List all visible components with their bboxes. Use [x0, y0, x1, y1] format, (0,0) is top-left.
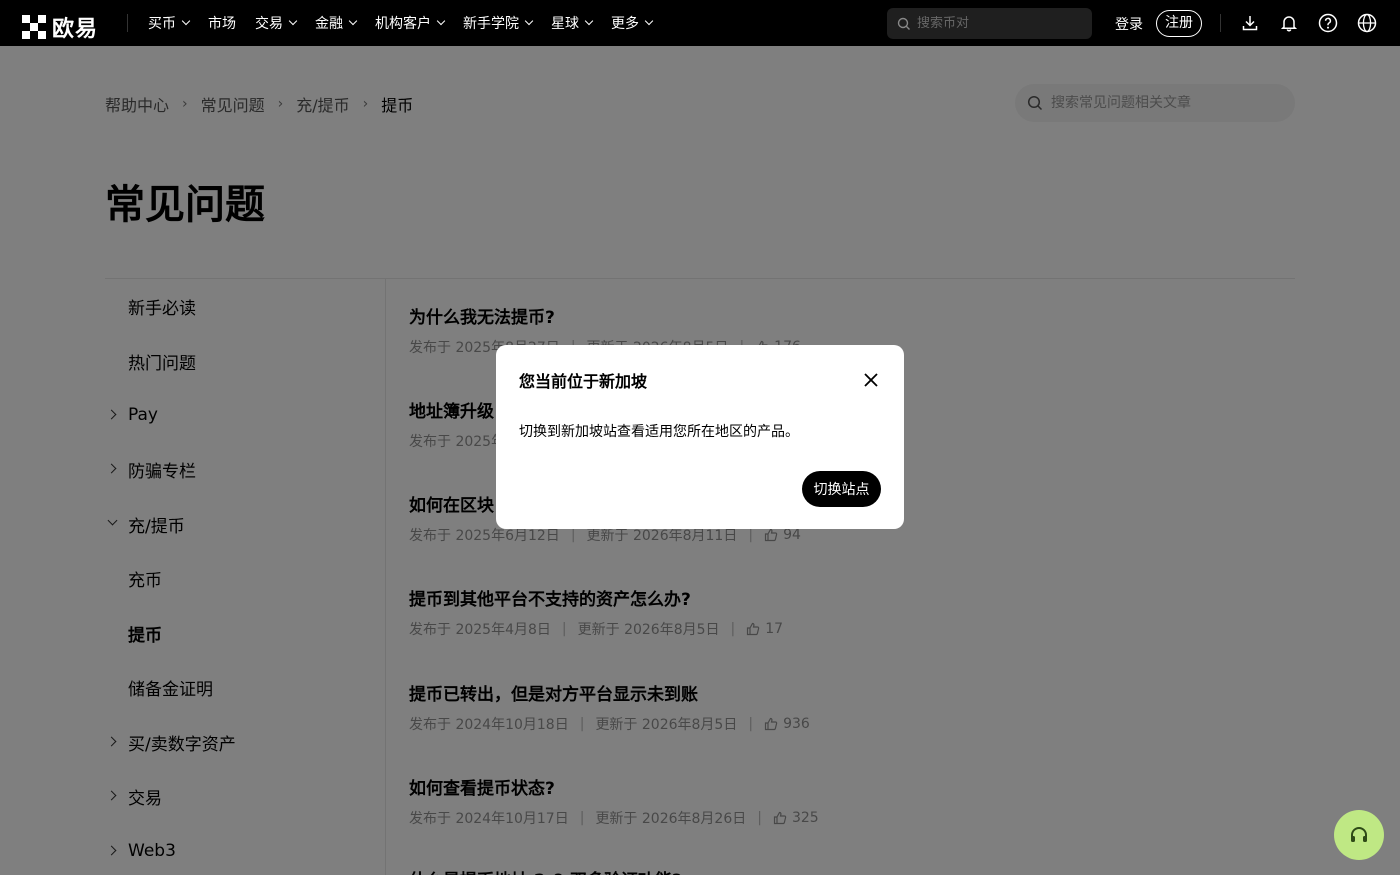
nav-item-label: 新手学院: [463, 16, 519, 32]
search-icon: [897, 17, 910, 30]
nav-item-learn[interactable]: 新手学院: [463, 13, 534, 33]
pair-search-input[interactable]: [917, 16, 1077, 31]
nav-item-planet[interactable]: 星球: [551, 13, 594, 33]
nav-menu: 买币 市场 交易 金融 机构客户 新手学院 星球 更多: [148, 0, 671, 46]
nav-item-label: 交易: [255, 16, 283, 32]
nav-item-more[interactable]: 更多: [611, 13, 654, 33]
register-button[interactable]: 注册: [1156, 10, 1202, 37]
brand-name: 欧易: [52, 17, 99, 42]
pair-search-box[interactable]: [887, 8, 1092, 39]
nav-item-label: 买币: [148, 16, 176, 32]
brand-logo[interactable]: 欧易: [22, 11, 98, 43]
chevron-down-icon: [584, 16, 594, 26]
support-chat-button[interactable]: [1334, 810, 1384, 860]
help-icon[interactable]: [1317, 12, 1339, 34]
globe-icon[interactable]: [1356, 12, 1378, 34]
nav-item-trade[interactable]: 交易: [255, 13, 298, 33]
nav-divider: [127, 14, 128, 32]
okx-logo-icon: [22, 15, 46, 39]
dialog-title: 您当前位于新加坡: [519, 372, 648, 391]
login-link[interactable]: 登录: [1115, 14, 1143, 34]
nav-item-markets[interactable]: 市场: [208, 13, 236, 33]
nav-divider: [1220, 14, 1221, 32]
nav-item-label: 机构客户: [375, 16, 431, 32]
dialog-message: 切换到新加坡站查看适用您所在地区的产品。: [519, 424, 799, 440]
nav-item-label: 金融: [315, 16, 343, 32]
chevron-down-icon: [348, 16, 358, 26]
nav-item-label: 市场: [208, 16, 236, 32]
switch-site-button[interactable]: 切换站点: [802, 471, 881, 507]
nav-item-label: 星球: [551, 16, 579, 32]
top-navigation-bar: 欧易 买币 市场 交易 金融 机构客户 新手学院 星球 更多 登录 注册: [0, 0, 1400, 46]
nav-item-finance[interactable]: 金融: [315, 13, 358, 33]
chevron-down-icon: [524, 16, 534, 26]
nav-item-buy-crypto[interactable]: 买币: [148, 13, 191, 33]
bell-icon[interactable]: [1278, 12, 1300, 34]
chevron-down-icon: [644, 16, 654, 26]
nav-item-institutional[interactable]: 机构客户: [375, 13, 446, 33]
download-icon[interactable]: [1239, 12, 1261, 34]
nav-item-label: 更多: [611, 16, 639, 32]
chevron-down-icon: [288, 16, 298, 26]
chevron-down-icon: [181, 16, 191, 26]
close-icon[interactable]: [860, 369, 882, 391]
chevron-down-icon: [436, 16, 446, 26]
headset-icon: [1351, 827, 1367, 842]
region-dialog: 您当前位于新加坡 切换到新加坡站查看适用您所在地区的产品。 切换站点: [496, 345, 904, 529]
